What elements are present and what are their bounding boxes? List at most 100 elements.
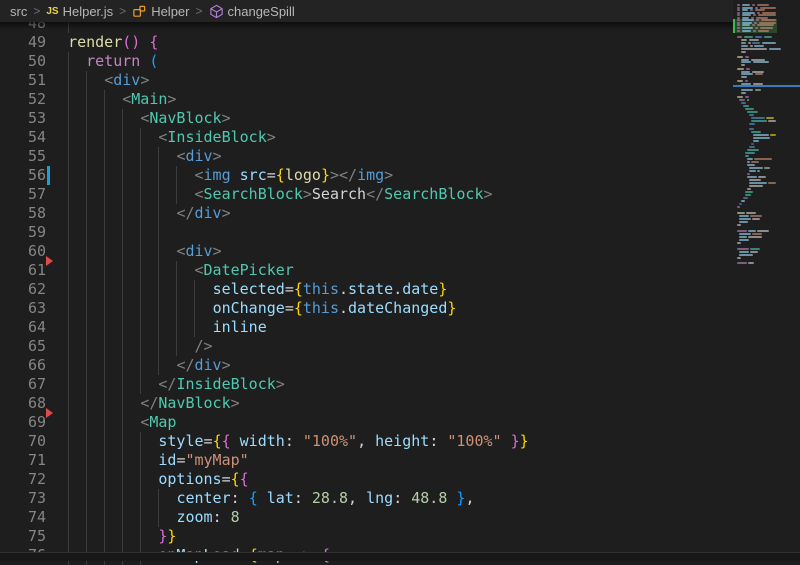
indent-guide [104, 394, 106, 413]
indent-guide [122, 508, 124, 527]
indent-guide [122, 432, 124, 451]
minimap-code-line [737, 206, 740, 208]
code-line[interactable]: 52 <Main> [0, 90, 733, 109]
indent-guide [86, 166, 88, 185]
indent-guide [68, 470, 70, 489]
indent-guide [68, 261, 70, 280]
minimap[interactable] [733, 0, 800, 561]
indent-guide [140, 451, 142, 470]
code-line[interactable]: 65 /> [0, 337, 733, 356]
breadcrumb-item-class[interactable]: Helper [132, 4, 189, 19]
minimap-code-line [755, 27, 758, 29]
minimap-code-line [737, 96, 743, 98]
indent-guide [68, 90, 70, 109]
indent-guide [140, 280, 142, 299]
minimap-code-line [745, 96, 749, 98]
indent-guide [122, 375, 124, 394]
code-line[interactable]: 53 <NavBlock> [0, 109, 733, 128]
indent-guide [104, 432, 106, 451]
line-number: 59 [27, 223, 46, 241]
indent-guide [158, 261, 160, 280]
code-line[interactable]: 50 return ( [0, 52, 733, 71]
minimap-code-line [737, 68, 744, 70]
code-editor[interactable]: 48 49 render() {50 return (51 <div> 52 <M… [0, 0, 733, 565]
breadcrumb-item-file[interactable]: JS Helper.js [46, 4, 113, 19]
code-line[interactable]: 55 <div> [0, 147, 733, 166]
git-modified-gutter-bar [47, 166, 50, 185]
indent-guide [176, 299, 178, 318]
minimap-code-line [750, 215, 762, 217]
breadcrumb-item-method[interactable]: changeSpill [209, 4, 295, 19]
indent-guide [140, 128, 142, 147]
minimap-code-line [752, 233, 762, 235]
line-number: 54 [27, 128, 46, 146]
code-line[interactable]: 68 </NavBlock> [0, 394, 733, 413]
indent-guide [68, 166, 70, 185]
indent-guide [158, 356, 160, 375]
code-line[interactable]: 64 inline [0, 318, 733, 337]
minimap-code-line [737, 262, 747, 264]
code-line[interactable]: 49 render() { [0, 33, 733, 52]
indent-guide [140, 261, 142, 280]
indent-guide [86, 280, 88, 299]
code-line[interactable]: 69 <Map [0, 413, 733, 432]
code-line[interactable]: 54 <InsideBlock> [0, 128, 733, 147]
minimap-code-line [753, 14, 756, 16]
code-line[interactable]: 70 style={{ width: "100%", height: "100%… [0, 432, 733, 451]
indent-guide [140, 318, 142, 337]
code-line[interactable]: 71 id="myMap" [0, 451, 733, 470]
code-line[interactable]: 73 center: { lat: 28.8, lng: 48.8 }, [0, 489, 733, 508]
minimap-code-line [755, 9, 765, 11]
minimap-code-line [741, 76, 747, 78]
minimap-code-line [749, 179, 761, 181]
code-line[interactable]: 63 onChange={this.dateChanged} [0, 299, 733, 318]
minimap-code-line [739, 239, 749, 241]
indent-guide [122, 337, 124, 356]
indent-guide [86, 375, 88, 394]
indent-guide [158, 318, 160, 337]
code-line[interactable]: 57 <SearchBlock>Search</SearchBlock> [0, 185, 733, 204]
code-line[interactable]: 61 <DatePicker [0, 261, 733, 280]
indent-guide [176, 185, 178, 204]
indent-guide [158, 204, 160, 223]
indent-guide [176, 280, 178, 299]
minimap-code-line [737, 30, 740, 32]
minimap-code-line [737, 9, 740, 11]
indent-guide [104, 470, 106, 489]
indent-guide [158, 299, 160, 318]
code-line[interactable]: 75 }} [0, 527, 733, 546]
minimap-code-line [749, 170, 756, 172]
indent-guide [122, 318, 124, 337]
minimap-code-line [749, 182, 767, 184]
code-line[interactable]: 62 selected={this.state.date} [0, 280, 733, 299]
minimap-code-line [754, 158, 772, 160]
minimap-code-line [741, 89, 753, 91]
indent-guide [68, 128, 70, 147]
indent-guide [104, 451, 106, 470]
minimap-code-line [764, 167, 770, 169]
indent-guide [122, 470, 124, 489]
code-line[interactable]: 66 </div> [0, 356, 733, 375]
indent-guide [104, 375, 106, 394]
code-line[interactable]: 74 zoom: 8 [0, 508, 733, 527]
code-line[interactable]: 60 <div> [0, 242, 733, 261]
indent-guide [86, 204, 88, 223]
breadcrumb-item-src[interactable]: src [10, 4, 27, 19]
line-number: 72 [27, 470, 46, 488]
minimap-code-line [753, 61, 769, 63]
indent-guide [86, 432, 88, 451]
minimap-code-line [746, 68, 750, 70]
code-line[interactable]: 51 <div> [0, 71, 733, 90]
minimap-code-line [743, 197, 748, 199]
code-line[interactable]: 59 [0, 223, 733, 242]
minimap-code-line [748, 262, 754, 264]
code-line[interactable]: 72 options={{ [0, 470, 733, 489]
line-number: 56 [27, 166, 46, 184]
code-line[interactable]: 58 </div> [0, 204, 733, 223]
code-line[interactable]: 67 </InsideBlock> [0, 375, 733, 394]
indent-guide [86, 356, 88, 375]
indent-guide [140, 489, 142, 508]
indent-guide [86, 128, 88, 147]
code-line[interactable]: 56 <img src={logo}></img> [0, 166, 733, 185]
line-number: 65 [27, 337, 46, 355]
